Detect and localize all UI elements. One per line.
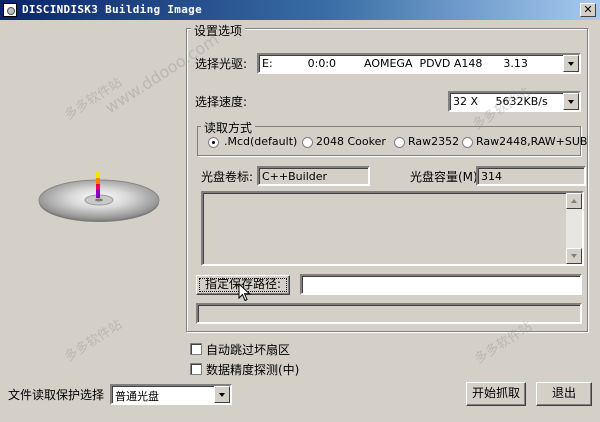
close-button[interactable]: ✕ [580, 3, 596, 17]
speed-select[interactable]: 32 X 5632KB/s [448, 91, 581, 112]
protection-select[interactable]: 普通光盘 [110, 384, 232, 405]
read-mode-label-raw2352: Raw2352 [408, 135, 460, 148]
disc-label-field: C++Builder [257, 166, 370, 186]
scroll-up-button[interactable] [566, 193, 582, 209]
read-mode-label-2048: 2048 Cooker [316, 135, 386, 148]
progress-bar [196, 303, 582, 324]
disc-label-label: 光盘卷标: [201, 170, 254, 184]
protection-select-value: 普通光盘 [115, 390, 159, 403]
data-precision-detect-checkbox[interactable] [190, 363, 202, 375]
exit-button-label: 退出 [551, 386, 576, 400]
disc-capacity-field: 314 [476, 166, 586, 186]
data-precision-detect-label: 数据精度探测(中) [206, 363, 300, 377]
drive-select[interactable]: E: 0:0:0 AOMEGA PDVD A148 3.13 [257, 53, 581, 74]
disc-capacity-label: 光盘容量(M): [410, 170, 482, 184]
settings-group-title: 设置选项 [191, 22, 246, 39]
speed-label: 选择速度: [195, 95, 248, 109]
protection-label: 文件读取保护选择 [8, 388, 105, 402]
read-mode-label-raw2448: Raw2448,RAW+SUB [476, 135, 588, 148]
auto-skip-bad-sectors-label: 自动跳过坏扇区 [206, 343, 291, 357]
close-icon: ✕ [583, 3, 593, 16]
read-mode-label-mcd: .Mcd(default) [224, 135, 298, 148]
read-mode-title: 读取方式 [201, 119, 256, 136]
scroll-down-button[interactable] [566, 248, 582, 264]
title-bar[interactable]: DISCINDISK3 Building Image ✕ [0, 0, 600, 20]
drive-select-value: E: 0:0:0 AOMEGA PDVD A148 3.13 [262, 57, 528, 70]
read-mode-radio-2048[interactable] [302, 137, 313, 148]
main-window: DISCINDISK3 Building Image ✕ 设置选项 选择光驱: … [0, 0, 600, 422]
speed-select-value: 32 X 5632KB/s [453, 95, 548, 108]
window-title: DISCINDISK3 Building Image [22, 3, 202, 16]
info-scrollbar[interactable] [566, 193, 582, 264]
read-mode-radio-raw2352[interactable] [394, 137, 405, 148]
drive-dropdown-button[interactable] [563, 55, 579, 72]
protection-dropdown-button[interactable] [214, 386, 230, 403]
disc-burning-icon [38, 172, 160, 222]
start-capture-button-label: 开始抓取 [471, 386, 520, 400]
read-mode-radio-raw2448[interactable] [462, 137, 473, 148]
disc-label-value: C++Builder [262, 170, 328, 183]
speed-dropdown-button[interactable] [563, 93, 579, 110]
drive-label: 选择光驱: [195, 57, 248, 71]
info-textarea[interactable] [201, 191, 584, 266]
disc-app-icon [3, 3, 17, 17]
watermark-text: 多多软件站 [62, 75, 125, 124]
start-capture-button[interactable]: 开始抓取 [466, 382, 526, 406]
auto-skip-bad-sectors-checkbox[interactable] [190, 343, 202, 355]
disc-capacity-value: 314 [481, 170, 502, 183]
save-path-input[interactable] [300, 274, 582, 295]
exit-button[interactable]: 退出 [536, 382, 592, 406]
read-mode-radio-mcd[interactable] [208, 137, 219, 148]
watermark-text: 多多软件站 [62, 317, 125, 366]
mouse-cursor-icon [238, 283, 251, 302]
